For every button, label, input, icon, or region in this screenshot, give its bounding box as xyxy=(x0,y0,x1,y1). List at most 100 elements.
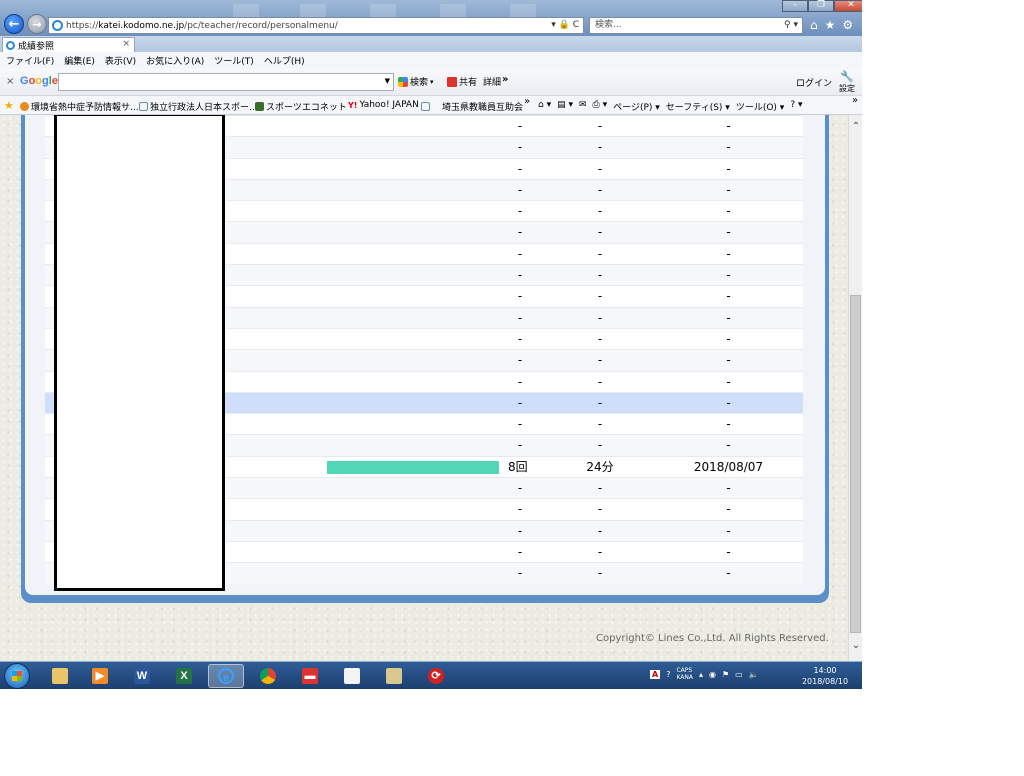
google-detail-button[interactable]: 詳細 xyxy=(483,75,501,88)
feed-icon[interactable]: ▤ ▾ xyxy=(557,100,573,113)
favorites-star-icon[interactable]: ★ xyxy=(825,18,836,32)
search-placeholder: 検索... xyxy=(595,20,622,30)
menu-help[interactable]: ヘルプ(H) xyxy=(264,54,305,67)
folder-icon xyxy=(52,668,68,684)
gear-icon[interactable]: ⚙ xyxy=(842,18,853,32)
excel-icon: X xyxy=(176,668,192,684)
favorite-icon xyxy=(421,102,430,111)
favorite-link-sport-council[interactable]: 独立行政法人日本スポー... xyxy=(139,100,258,113)
tray-expand-icon[interactable]: ▴ xyxy=(699,670,703,679)
toolbar-close-button[interactable]: × xyxy=(6,76,14,87)
record-date-cell: - xyxy=(726,182,731,197)
menu-view[interactable]: 表示(V) xyxy=(105,54,136,67)
record-date-cell: - xyxy=(726,140,731,155)
command-safety[interactable]: セーフティ(S) ▾ xyxy=(666,100,730,113)
menu-file[interactable]: ファイル(F) xyxy=(6,54,54,67)
record-date-cell: - xyxy=(726,353,731,368)
start-button[interactable] xyxy=(4,663,30,689)
copyright-text: Copyright© Lines Co.,Ltd. All Rights Res… xyxy=(596,633,829,644)
record-date-cell: - xyxy=(726,119,731,133)
browser-search-input[interactable]: 検索... ⚲ ▾ xyxy=(589,17,803,34)
favorite-link-yahoo[interactable]: Y! Yahoo! JAPAN xyxy=(348,100,419,110)
address-tools[interactable]: ▾ 🔒 C xyxy=(551,20,579,30)
record-count-cell: - xyxy=(517,395,523,410)
record-date-cell: - xyxy=(726,438,731,453)
google-search-input[interactable]: ▼ xyxy=(58,73,394,91)
mail-icon[interactable]: ✉ xyxy=(579,100,587,113)
close-window-button[interactable]: ✕ xyxy=(834,0,862,12)
ime-help-icon[interactable]: ? xyxy=(666,670,670,679)
record-date-cell: - xyxy=(726,502,731,517)
menu-tools[interactable]: ツール(T) xyxy=(214,54,254,67)
home-icon[interactable]: ⌂ xyxy=(810,18,818,32)
clock-date: 2018/08/10 xyxy=(801,677,849,686)
scrollbar-thumb[interactable] xyxy=(850,295,861,633)
arrow-left-icon: ← xyxy=(8,17,20,32)
taskbar-trend-micro[interactable]: ⟳ xyxy=(418,664,454,688)
favorite-link-sport-econet[interactable]: スポーツエコネット xyxy=(255,100,347,113)
print-icon[interactable]: ⎙ ▾ xyxy=(593,100,608,113)
google-search-button[interactable]: 検索 ▾ xyxy=(398,75,434,88)
maximize-button[interactable]: ❐ xyxy=(808,0,834,12)
command-bar-more[interactable]: » xyxy=(852,95,858,106)
record-time-cell: 24分 xyxy=(586,459,614,474)
browser-icons: ⌂ ★ ⚙ xyxy=(810,18,853,32)
taskbar-notes[interactable] xyxy=(376,664,412,688)
record-time-cell: - xyxy=(597,182,603,197)
scroll-up-arrow-icon[interactable]: ⌃ xyxy=(849,121,862,132)
taskbar-clock[interactable]: 14:00 2018/08/10 xyxy=(795,665,855,687)
network-icon[interactable]: ◉ xyxy=(709,670,716,679)
scroll-down-arrow-icon[interactable]: ⌄ xyxy=(849,640,862,651)
tab-close-button[interactable]: × xyxy=(122,39,130,49)
favorites-more-button[interactable]: » xyxy=(524,96,530,107)
help-icon[interactable]: ? ▾ xyxy=(790,100,802,113)
command-tools[interactable]: ツール(O) ▾ xyxy=(736,100,785,113)
search-icon[interactable]: ⚲ ▾ xyxy=(784,18,798,33)
record-count-cell: - xyxy=(517,119,523,133)
vertical-scrollbar[interactable]: ⌃ ⌄ xyxy=(848,115,862,661)
record-count-cell: - xyxy=(517,566,523,581)
google-settings-button[interactable]: 🔧 設定 xyxy=(834,71,860,94)
record-time-cell: - xyxy=(597,353,603,368)
forward-button[interactable]: → xyxy=(27,14,47,34)
record-date-cell: - xyxy=(726,161,731,176)
taskbar-chrome[interactable] xyxy=(250,664,286,688)
command-page[interactable]: ページ(P) ▾ xyxy=(613,100,660,113)
record-count-cell: - xyxy=(517,268,523,283)
record-date-cell: - xyxy=(726,225,731,240)
taskbar-internet-explorer[interactable]: e xyxy=(208,664,244,688)
menu-favorites[interactable]: お気に入り(A) xyxy=(146,54,204,67)
volume-icon[interactable]: 🔈 xyxy=(749,670,759,679)
toolbar-more-button[interactable]: » xyxy=(502,74,508,85)
favorite-link-saitama-mutual[interactable]: 埼玉県教職員互助会 xyxy=(421,100,523,113)
ime-mode-icon[interactable]: A xyxy=(650,669,661,679)
google-share-button[interactable]: 共有 xyxy=(447,75,477,88)
taskbar-document[interactable] xyxy=(334,664,370,688)
record-count-cell: - xyxy=(517,502,523,517)
wrench-icon: 🔧 xyxy=(840,70,854,83)
address-bar[interactable]: https://katei.kodomo.ne.jp/pc/teacher/re… xyxy=(48,17,584,34)
back-button[interactable]: ← xyxy=(4,14,24,34)
taskbar-explorer[interactable] xyxy=(42,664,78,688)
record-time-cell: - xyxy=(597,204,603,219)
home-icon[interactable]: ⌂ ▾ xyxy=(538,100,551,113)
address-url[interactable]: https://katei.kodomo.ne.jp/pc/teacher/re… xyxy=(66,21,338,31)
taskbar-excel[interactable]: X xyxy=(166,664,202,688)
record-time-cell: - xyxy=(597,246,603,261)
taskbar-word[interactable]: W xyxy=(124,664,160,688)
google-logo: Google xyxy=(20,75,58,87)
menu-edit[interactable]: 編集(E) xyxy=(64,54,95,67)
tab-grade-reference[interactable]: 成績参照 × xyxy=(2,37,135,52)
favorite-icon xyxy=(20,102,29,111)
record-count-cell: - xyxy=(517,481,523,496)
flag-icon[interactable]: ⚑ xyxy=(722,670,729,679)
minimize-button[interactable]: – xyxy=(782,0,808,12)
chevron-down-icon[interactable]: ▼ xyxy=(385,77,390,85)
monitor-icon[interactable]: ▭ xyxy=(735,670,743,679)
taskbar-media-player[interactable]: ▶ xyxy=(82,664,118,688)
google-login-button[interactable]: ログイン xyxy=(796,76,832,89)
favorites-star-icon[interactable]: ★ xyxy=(4,99,14,112)
google-search-icon xyxy=(398,76,408,87)
favorite-link-heatstroke[interactable]: 環境省熱中症予防情報サ... xyxy=(20,100,139,113)
taskbar-app-red[interactable]: ▬ xyxy=(292,664,328,688)
